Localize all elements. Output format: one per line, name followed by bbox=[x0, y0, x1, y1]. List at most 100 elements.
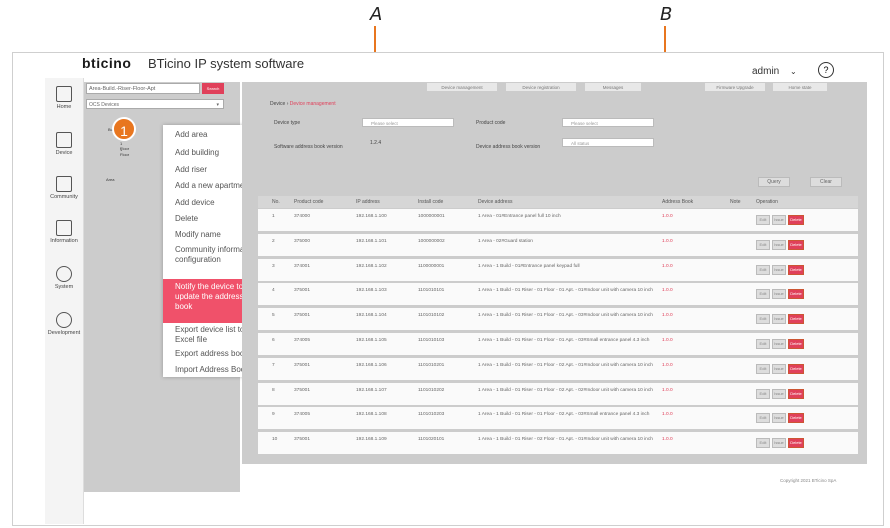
menu-delete[interactable]: Delete bbox=[175, 214, 198, 224]
table-row: 3 374001 192.168.1.102 1100000001 1 Area - 1… bbox=[258, 258, 858, 282]
tab-home-state[interactable]: Home state bbox=[772, 82, 828, 92]
table-cell: 4 bbox=[272, 288, 275, 294]
issue-button[interactable]: Issue bbox=[772, 264, 786, 275]
table-row: 6 374005 192.168.1.105 1101010103 1 Area - 1… bbox=[258, 333, 858, 356]
query-button[interactable]: Query bbox=[758, 177, 790, 187]
menu-add-building[interactable]: Add building bbox=[175, 148, 219, 158]
col-no: No. bbox=[272, 199, 280, 205]
edit-button[interactable]: Edit bbox=[756, 388, 770, 399]
nav-label: Device bbox=[55, 150, 73, 156]
table-cell: 192.168.1.100 bbox=[356, 214, 387, 219]
issue-button[interactable]: Issue bbox=[772, 413, 786, 424]
delete-button[interactable]: Delete bbox=[788, 388, 804, 399]
delete-button[interactable]: Delete bbox=[788, 339, 804, 349]
user-menu[interactable]: admin ⌄ bbox=[752, 66, 797, 77]
table-cell: 2 bbox=[272, 238, 275, 244]
issue-button[interactable]: Issue bbox=[772, 239, 786, 250]
table-cell: 1.0.0 bbox=[662, 362, 673, 368]
search-input[interactable]: Area-Build.-Riser-Floor-Apt bbox=[86, 83, 200, 94]
table-cell: 192.168.1.103 bbox=[356, 288, 387, 294]
table-cell: 1 Area - 1 Build - 01#Entrance panel key… bbox=[478, 263, 580, 269]
breadcrumb-root[interactable]: Device bbox=[270, 101, 285, 107]
edit-button[interactable]: Edit bbox=[756, 239, 770, 250]
nav-information[interactable]: Information bbox=[45, 220, 83, 244]
col-ip-address: IP address bbox=[356, 199, 380, 205]
table-cell: 1 Area - 1 Build - 01 Riser - 01 Floor -… bbox=[478, 387, 653, 393]
help-icon: ? bbox=[823, 65, 829, 75]
issue-button[interactable]: Issue bbox=[772, 363, 786, 374]
tab-messages[interactable]: Messages bbox=[584, 82, 642, 92]
delete-button[interactable]: Delete bbox=[788, 239, 804, 250]
issue-button[interactable]: Issue bbox=[772, 438, 786, 449]
tree-node[interactable]: 1 Floor bbox=[120, 147, 129, 157]
delete-button[interactable]: Delete bbox=[788, 438, 804, 449]
delete-button[interactable]: Delete bbox=[788, 363, 804, 374]
menu-export-address-book[interactable]: Export address book bbox=[175, 349, 248, 359]
delete-button[interactable]: Delete bbox=[788, 264, 804, 275]
edit-button[interactable]: Edit bbox=[756, 289, 770, 300]
menu-add-apartment[interactable]: Add a new apartment bbox=[175, 181, 251, 191]
delete-button[interactable]: Delete bbox=[788, 289, 804, 300]
nav-label: Community bbox=[50, 194, 78, 200]
edit-button[interactable]: Edit bbox=[756, 314, 770, 325]
tab-device-management[interactable]: Device management bbox=[426, 82, 498, 92]
issue-button[interactable]: Issue bbox=[772, 289, 786, 300]
table-cell: 1 Area - 1 Build - 01 Riser - 01 Floor -… bbox=[478, 362, 653, 368]
nav-device[interactable]: Device bbox=[45, 132, 83, 156]
issue-button[interactable]: Issue bbox=[772, 314, 786, 325]
menu-add-area[interactable]: Add area bbox=[175, 130, 207, 140]
menu-add-device[interactable]: Add device bbox=[175, 198, 215, 208]
table-cell: 1100000001 bbox=[418, 263, 445, 269]
delete-button[interactable]: Delete bbox=[788, 413, 804, 424]
delete-button[interactable]: Delete bbox=[788, 215, 804, 225]
edit-button[interactable]: Edit bbox=[756, 438, 770, 449]
dev-address-book-label: Device address book version bbox=[476, 144, 541, 150]
table-cell: 1 Area - 1 Build - 01 Riser - 01 Floor -… bbox=[478, 288, 653, 294]
table-cell: 1101010103 bbox=[418, 338, 445, 343]
dev-address-book-select[interactable]: All status bbox=[562, 138, 654, 147]
col-note: Note bbox=[730, 199, 741, 205]
menu-add-riser[interactable]: Add riser bbox=[175, 165, 207, 175]
table-header: No. Product code IP address Install code… bbox=[258, 196, 858, 208]
edit-button[interactable]: Edit bbox=[756, 363, 770, 374]
table-cell: 1101010102 bbox=[418, 313, 445, 319]
issue-button[interactable]: Issue bbox=[772, 339, 786, 349]
issue-button[interactable]: Issue bbox=[772, 388, 786, 399]
annotation-b: B bbox=[660, 4, 673, 25]
clear-button[interactable]: Clear bbox=[810, 177, 842, 187]
tree-node[interactable]: Area bbox=[106, 177, 114, 182]
device-type-label: Device type bbox=[274, 120, 301, 126]
table-cell: 1 Area - 1 Build - 01 Riser - 01 Floor -… bbox=[478, 313, 653, 319]
device-type-select[interactable]: Please select bbox=[362, 118, 454, 127]
table-cell: 1.0.0 bbox=[662, 263, 673, 269]
nav-community[interactable]: Community bbox=[45, 176, 83, 200]
product-code-select[interactable]: Please select bbox=[562, 118, 654, 127]
edit-button[interactable]: Edit bbox=[756, 413, 770, 424]
nav-home[interactable]: Home bbox=[45, 86, 83, 110]
nav-system[interactable]: System bbox=[45, 266, 83, 290]
table-row: 10 375001 192.168.1.109 1101020101 1 Area - … bbox=[258, 432, 858, 456]
table-cell: 192.168.1.109 bbox=[356, 437, 387, 443]
table-cell: 1 Area - 1 Build - 01 Riser - 02 Floor -… bbox=[478, 437, 653, 443]
table-cell: 374005 bbox=[294, 412, 311, 418]
menu-import-address-book[interactable]: Import Address Book bbox=[175, 365, 249, 375]
table-cell: 1.0.0 bbox=[662, 338, 673, 343]
device-select[interactable]: OCS Devices ▾ bbox=[86, 99, 224, 109]
tab-device-registration[interactable]: Device registration bbox=[505, 82, 577, 92]
nav-development[interactable]: Development bbox=[45, 312, 83, 336]
device-select-value: OCS Devices bbox=[89, 102, 120, 108]
edit-button[interactable]: Edit bbox=[756, 339, 770, 349]
issue-button[interactable]: Issue bbox=[772, 215, 786, 225]
table-cell: 8 bbox=[272, 387, 275, 393]
table-cell: 1.0.0 bbox=[662, 238, 673, 244]
search-button[interactable]: Search bbox=[202, 83, 224, 94]
edit-button[interactable]: Edit bbox=[756, 215, 770, 225]
sw-address-book-value: 1.2.4 bbox=[370, 140, 382, 146]
delete-button[interactable]: Delete bbox=[788, 314, 804, 325]
help-button[interactable]: ? bbox=[818, 62, 834, 78]
edit-button[interactable]: Edit bbox=[756, 264, 770, 275]
tab-firmware-upgrade[interactable]: Firmware Upgrade bbox=[704, 82, 766, 92]
menu-modify-name[interactable]: Modify name bbox=[175, 230, 221, 240]
breadcrumb: Device › Device management bbox=[270, 101, 336, 107]
table-cell: 375001 bbox=[294, 362, 311, 368]
